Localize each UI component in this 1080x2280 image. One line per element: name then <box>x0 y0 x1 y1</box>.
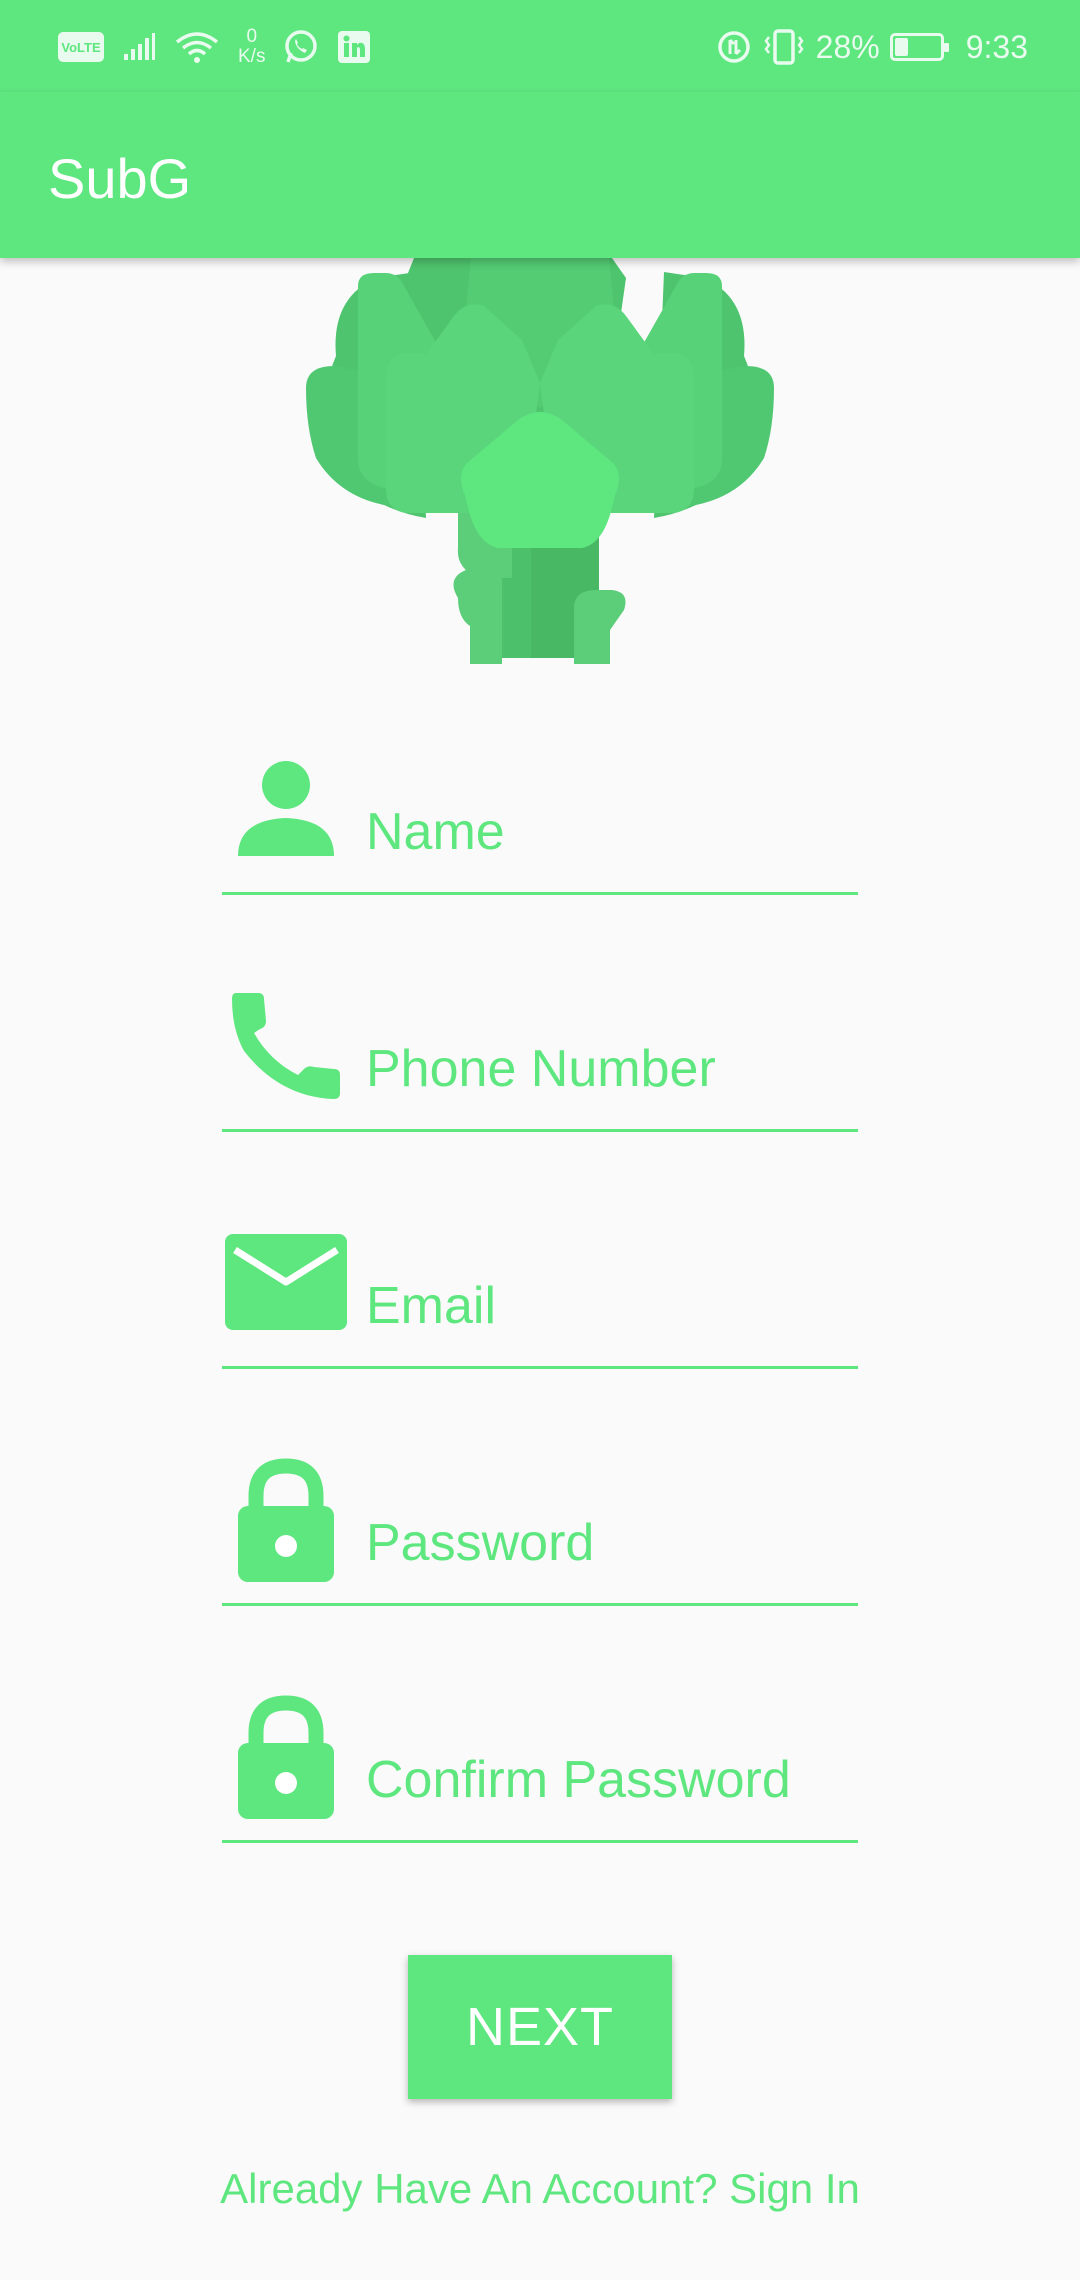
password-placeholder: Password <box>366 1514 595 1572</box>
email-field[interactable]: Email <box>222 1234 858 1369</box>
phone-number-placeholder: Phone Number <box>366 1040 716 1098</box>
app-title: SubG <box>48 147 192 210</box>
email-placeholder: Email <box>366 1277 497 1335</box>
mail-icon <box>225 1226 347 1338</box>
data-saver-icon <box>717 31 750 63</box>
whatsapp-icon <box>285 30 318 63</box>
person-icon <box>230 752 342 864</box>
confirm-password-field[interactable]: Confirm Password <box>222 1695 858 1843</box>
clock: 9:33 <box>965 28 1028 65</box>
sign-in-link[interactable]: Already Have An Account? Sign In <box>0 2165 1080 2213</box>
phone-icon <box>230 989 342 1101</box>
status-left: VoLTE 0 K/s <box>58 24 371 70</box>
phone-number-field[interactable]: Phone Number <box>222 993 858 1132</box>
battery-percent: 28% <box>815 28 880 65</box>
confirm-password-placeholder: Confirm Password <box>366 1751 791 1809</box>
name-field[interactable]: Name <box>222 761 858 895</box>
signal-icon <box>124 33 155 60</box>
lock-icon <box>230 1695 342 1819</box>
status-right: 28% 9:33 <box>716 24 1028 70</box>
next-button[interactable]: NEXT <box>408 1955 672 2099</box>
name-placeholder: Name <box>366 803 505 861</box>
artichoke-icon <box>306 258 774 664</box>
volte-icon: VoLTE <box>58 32 104 62</box>
password-field[interactable]: Password <box>222 1458 858 1606</box>
battery-icon <box>889 33 949 61</box>
lock-icon <box>230 1458 342 1582</box>
app-bar: SubG <box>0 92 1080 258</box>
network-speed: 0 K/s <box>238 26 266 67</box>
vibrate-icon <box>764 29 804 65</box>
wifi-icon <box>175 32 219 63</box>
status-bar: VoLTE 0 K/s 28% 9:33 <box>0 0 1080 92</box>
linkedin-icon <box>338 31 371 63</box>
